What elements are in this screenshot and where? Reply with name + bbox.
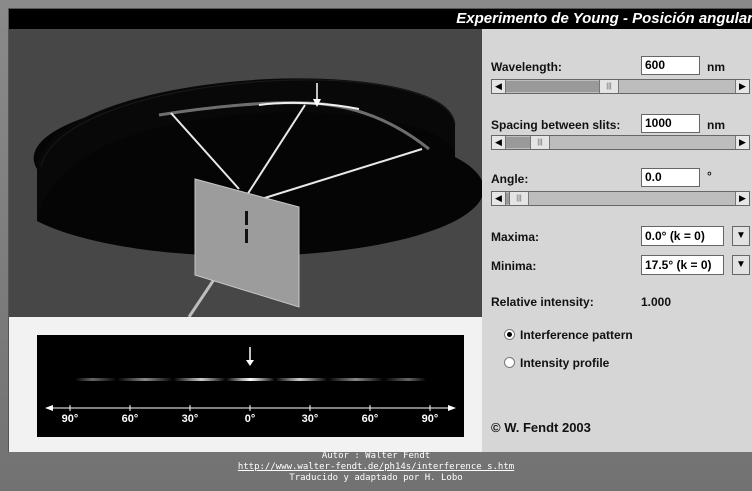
title-bar: Experimento de Young - Posición angular xyxy=(9,9,752,29)
minima-select[interactable]: 17.5° (k = 0) xyxy=(641,255,724,275)
angle-tick-label: 60° xyxy=(121,413,139,425)
intensity-value: 1.000 xyxy=(641,295,672,309)
angle-tick-label: 30° xyxy=(181,413,199,425)
maxima-dropdown-button[interactable]: ▼ xyxy=(732,226,750,246)
angle-axis-right-arrow xyxy=(448,405,456,411)
title-sub: Posición angular xyxy=(632,10,752,27)
wavelength-unit: nm xyxy=(707,60,725,74)
minima-dropdown-button[interactable]: ▼ xyxy=(732,255,750,275)
chevron-down-icon: ▼ xyxy=(736,259,746,270)
wavelength-slider-right-arrow[interactable]: ▶ xyxy=(735,80,749,93)
interference-pattern-radio[interactable] xyxy=(504,329,515,340)
angle-slider-left-arrow[interactable]: ◀ xyxy=(492,192,506,205)
angle-tick-label: 90° xyxy=(61,413,79,425)
wavelength-slider-thumb[interactable]: ||| xyxy=(599,80,619,93)
slit-1 xyxy=(245,211,248,225)
chevron-down-icon: ▼ xyxy=(736,230,746,241)
applet-window: Experimento de Young - Posición angular xyxy=(8,8,752,452)
intensity-profile-label[interactable]: Intensity profile xyxy=(520,356,609,370)
spacing-slider-right-arrow[interactable]: ▶ xyxy=(735,136,749,149)
angle-tick-label: 60° xyxy=(361,413,379,425)
intensity-label: Relative intensity: xyxy=(491,295,594,309)
angle-slider-right-arrow[interactable]: ▶ xyxy=(735,192,749,205)
maxima-select[interactable]: 0.0° (k = 0) xyxy=(641,226,724,246)
slit-2 xyxy=(245,229,248,243)
pattern-screen: 90° 60° 30° 0° 30° 60° 90° xyxy=(37,335,464,437)
angle-slider-thumb[interactable]: ||| xyxy=(509,192,529,205)
angle-tick-label: 90° xyxy=(421,413,439,425)
experiment-scene xyxy=(9,29,484,318)
minima-label: Minima: xyxy=(491,259,537,273)
spacing-slider[interactable]: ◀ ||| ▶ xyxy=(491,135,750,150)
title-main: Experimento de Young xyxy=(456,10,619,27)
pattern-marker-head xyxy=(246,360,254,366)
interference-fringes xyxy=(75,378,426,381)
spacing-label: Spacing between slits: xyxy=(491,118,621,132)
spacing-slider-left-arrow[interactable]: ◀ xyxy=(492,136,506,149)
wavelength-slider-track xyxy=(506,81,599,92)
source-link[interactable]: http://www.walter-fendt.de/ph14s/interfe… xyxy=(238,462,514,472)
pattern-area: 90° 60° 30° 0° 30° 60° 90° xyxy=(9,317,482,452)
interference-pattern-label[interactable]: Interference pattern xyxy=(520,328,633,342)
angle-slider[interactable]: ◀ ||| ▶ xyxy=(491,191,750,206)
spacing-slider-thumb[interactable]: ||| xyxy=(530,136,550,149)
wavelength-input[interactable]: 600 xyxy=(641,56,700,75)
translator-text: Traducido y adaptado por H. Lobo xyxy=(289,473,463,483)
spacing-input[interactable]: 1000 xyxy=(641,114,700,133)
spacing-unit: nm xyxy=(707,118,725,132)
copyright: © W. Fendt 2003 xyxy=(491,420,591,435)
page-footer: Autor : Walter Fendt http://www.walter-f… xyxy=(0,451,752,491)
intensity-profile-radio[interactable] xyxy=(504,357,515,368)
maxima-label: Maxima: xyxy=(491,230,540,244)
angle-tick-label: 30° xyxy=(301,413,319,425)
title-separator: - xyxy=(618,10,633,27)
angle-label: Angle: xyxy=(491,172,529,186)
angle-tick-label: 0° xyxy=(244,413,256,425)
angle-input[interactable]: 0.0 xyxy=(641,168,700,187)
wavelength-label: Wavelength: xyxy=(491,60,562,74)
angle-unit: ° xyxy=(707,169,712,183)
wavelength-slider-left-arrow[interactable]: ◀ xyxy=(492,80,506,93)
scene-drawing xyxy=(33,78,484,318)
angle-axis-left-arrow xyxy=(45,405,53,411)
author-text: Autor : Walter Fendt xyxy=(321,451,431,461)
control-panel: Wavelength: 600 nm ◀ ||| ▶ Spacing betwe… xyxy=(482,29,752,452)
spacing-slider-track xyxy=(506,137,530,148)
wavelength-slider[interactable]: ◀ ||| ▶ xyxy=(491,79,750,94)
